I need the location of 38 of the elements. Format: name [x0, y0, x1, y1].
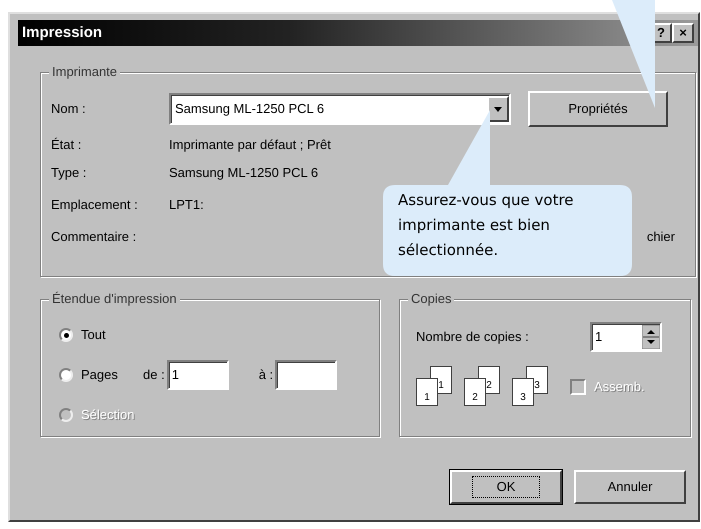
ok-button[interactable]: OK — [450, 470, 562, 504]
callout-text: Assurez-vous que votre imprimante est bien sélectionnée. — [398, 190, 575, 261]
group-label: Imprimante — [49, 64, 120, 80]
checkbox-label: chier — [646, 228, 675, 246]
field-label: de : — [143, 366, 165, 384]
radio-label: Sélection — [81, 406, 136, 424]
page-to-field[interactable] — [275, 360, 338, 390]
field-value: LPT1: — [169, 196, 204, 214]
group-label: Copies — [408, 291, 454, 307]
radio-label: Pages — [81, 366, 119, 384]
field-label: Commentaire : — [51, 228, 138, 246]
field-value: 1 — [172, 366, 179, 384]
properties-button[interactable]: Propriétés — [528, 91, 668, 127]
field-value: Samsung ML-1250 PCL 6 — [169, 164, 318, 182]
field-label: à : — [258, 366, 274, 384]
window-title: Impression — [22, 22, 102, 43]
copies-spinbox[interactable]: 1 — [590, 322, 662, 352]
radio-button[interactable] — [59, 368, 73, 382]
field-value: 1 — [595, 328, 602, 346]
close-button[interactable]: × — [672, 23, 694, 43]
checkbox-label: Assemb. — [594, 378, 645, 396]
dropdown-value: Samsung ML-1250 PCL 6 — [175, 100, 324, 118]
page-sheet: 3 — [512, 378, 534, 406]
page-sheet: 1 — [416, 378, 438, 406]
field-label: Emplacement : — [51, 196, 139, 214]
radio-button[interactable] — [59, 328, 73, 342]
cancel-button[interactable]: Annuler — [574, 470, 686, 504]
field-label: État : — [51, 136, 82, 154]
field-label: Nombre de copies : — [416, 328, 530, 346]
page-from-field[interactable]: 1 — [166, 360, 229, 390]
field-label: Nom : — [51, 100, 87, 118]
radio-label: Tout — [81, 326, 107, 344]
page-sheet: 2 — [464, 378, 486, 406]
field-label: Type : — [51, 164, 88, 182]
printer-dropdown[interactable]: Samsung ML-1250 PCL 6 — [169, 93, 511, 125]
field-value: Imprimante par défaut ; Prêt — [169, 136, 331, 154]
group-label: Étendue d'impression — [49, 291, 180, 307]
spin-arrows-icon[interactable] — [642, 325, 660, 349]
